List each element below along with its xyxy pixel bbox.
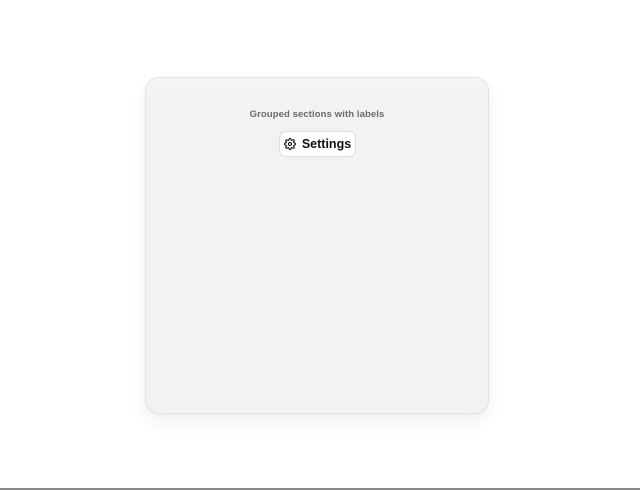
panel-caption: Grouped sections with labels	[249, 109, 385, 120]
settings-button[interactable]: Settings	[279, 131, 356, 157]
panel-header-band	[146, 78, 488, 101]
settings-button-label: Settings	[301, 137, 352, 151]
page: Grouped sections with labels Settings	[0, 0, 640, 490]
demo-panel: Grouped sections with labels Settings	[145, 77, 489, 414]
gear-icon	[283, 138, 296, 150]
